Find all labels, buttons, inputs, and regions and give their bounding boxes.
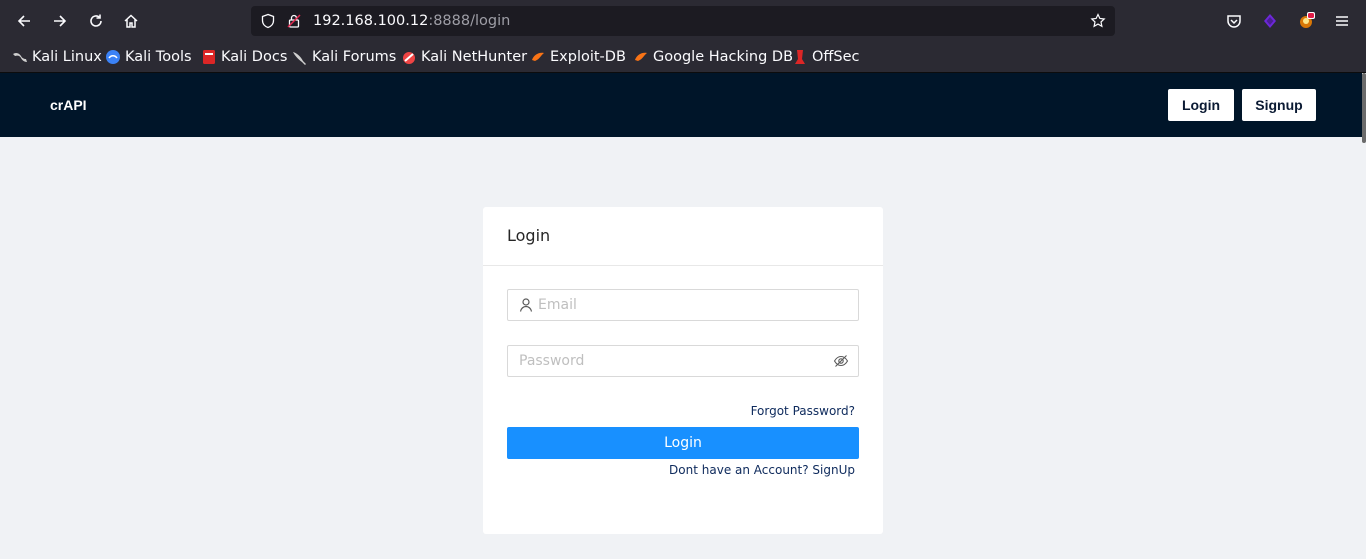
- bookmark-label: Kali Linux: [32, 49, 102, 65]
- bookmark-exploit-db[interactable]: Exploit-DB: [530, 48, 626, 66]
- login-card: Login Email Password Forgot Password? Lo…: [483, 207, 883, 534]
- nav-signup-button[interactable]: Signup: [1242, 89, 1316, 121]
- bookmark-label: Google Hacking DB: [653, 49, 794, 65]
- kali-forums-icon: [293, 52, 306, 65]
- forgot-password-link[interactable]: Forgot Password?: [751, 404, 855, 418]
- bookmark-label: Kali Forums: [312, 49, 397, 65]
- bookmark-offsec[interactable]: OffSec: [792, 48, 860, 66]
- insecure-lock-icon[interactable]: [285, 12, 303, 30]
- card-header: Login: [483, 207, 883, 266]
- brand-logo[interactable]: crAPI: [50, 73, 87, 137]
- browser-toolbar: 192.168.100.12:8888/login: [0, 0, 1366, 42]
- email-field[interactable]: Email: [507, 289, 859, 321]
- bookmark-kali-nethunter[interactable]: Kali NetHunter: [401, 48, 527, 66]
- user-icon: [519, 298, 533, 312]
- back-icon[interactable]: [12, 9, 36, 33]
- bookmark-label: Exploit-DB: [550, 49, 626, 65]
- eye-invisible-icon[interactable]: [833, 353, 849, 369]
- offsec-icon: [795, 50, 805, 64]
- card-title: Login: [507, 226, 551, 245]
- exploit-db-icon: [532, 52, 544, 61]
- password-placeholder: Password: [519, 353, 585, 369]
- nethunter-icon: [403, 52, 415, 64]
- bookmark-kali-forums[interactable]: Kali Forums: [292, 48, 396, 66]
- url-bar[interactable]: 192.168.100.12:8888/login: [251, 6, 1115, 36]
- reload-icon[interactable]: [84, 9, 108, 33]
- shield-icon[interactable]: [259, 12, 277, 30]
- url-text[interactable]: 192.168.100.12:8888/login: [313, 6, 510, 36]
- login-submit-button[interactable]: Login: [507, 427, 859, 459]
- forward-icon[interactable]: [48, 9, 72, 33]
- nav-login-button[interactable]: Login: [1168, 89, 1234, 121]
- bookmark-kali-tools[interactable]: Kali Tools: [105, 48, 192, 66]
- bookmark-star-icon[interactable]: [1089, 12, 1107, 30]
- scrollbar-track[interactable]: [1362, 73, 1366, 559]
- kali-docs-icon: [203, 50, 215, 64]
- app-header: crAPI Login Signup: [0, 73, 1362, 137]
- email-placeholder: Email: [538, 297, 577, 313]
- ghdb-icon: [635, 52, 647, 61]
- kali-tools-icon: [106, 50, 120, 64]
- signup-link[interactable]: Dont have an Account? SignUp: [669, 463, 855, 477]
- password-field[interactable]: Password: [507, 345, 859, 377]
- home-icon[interactable]: [119, 9, 143, 33]
- kali-dragon-icon: [13, 52, 27, 62]
- bookmark-label: Kali Docs: [221, 49, 288, 65]
- bookmark-label: Kali Tools: [125, 49, 192, 65]
- bookmark-kali-linux[interactable]: Kali Linux: [12, 48, 102, 66]
- profile-icon[interactable]: [1294, 9, 1318, 33]
- bookmark-google-hacking-db[interactable]: Google Hacking DB: [633, 48, 793, 66]
- bookmarks-toolbar: Kali Linux Kali Tools Kali Docs Kali For…: [0, 42, 1366, 73]
- pocket-icon[interactable]: [1222, 9, 1246, 33]
- url-host: 192.168.100.12: [313, 13, 429, 29]
- menu-icon[interactable]: [1330, 9, 1354, 33]
- bookmark-kali-docs[interactable]: Kali Docs: [201, 48, 287, 66]
- scrollbar-thumb[interactable]: [1362, 73, 1366, 143]
- extension-icon[interactable]: [1258, 9, 1282, 33]
- url-path: :8888/login: [428, 13, 511, 29]
- bookmark-label: Kali NetHunter: [421, 49, 528, 65]
- bookmark-label: OffSec: [812, 49, 860, 65]
